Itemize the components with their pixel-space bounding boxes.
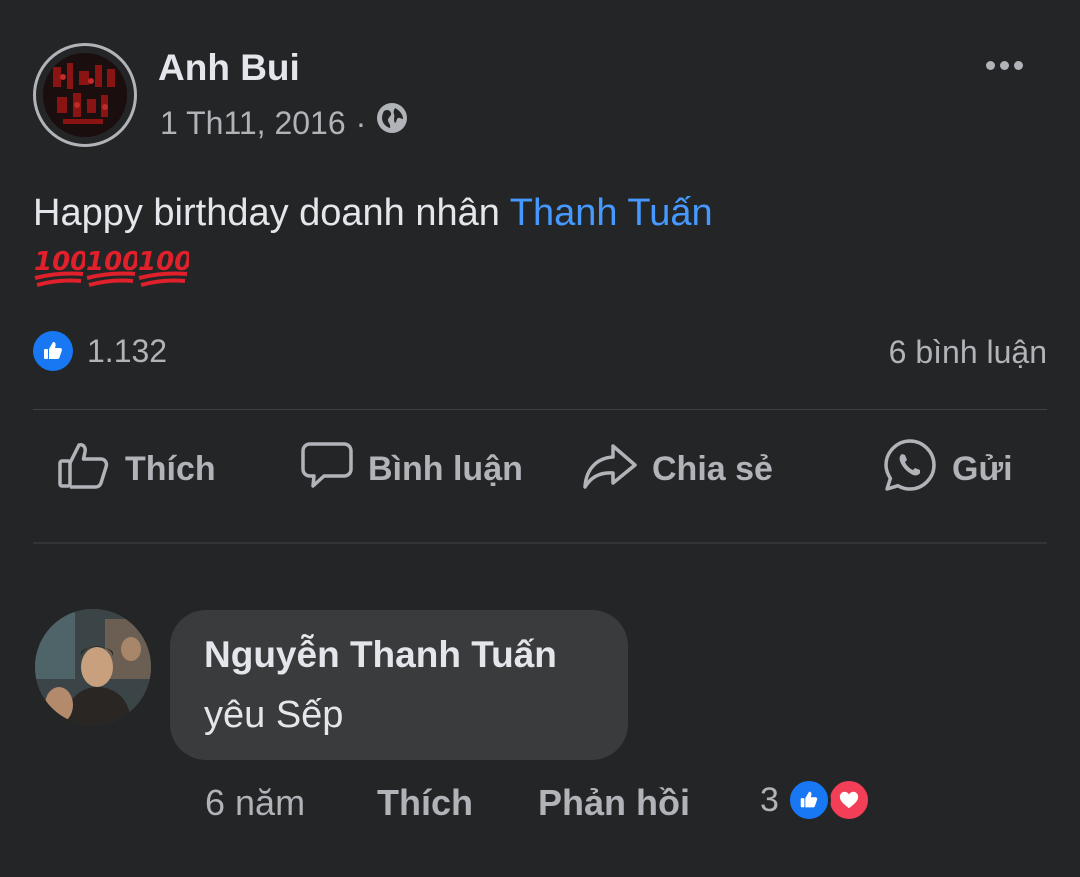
thumbs-up-icon bbox=[57, 438, 125, 501]
like-label: Thích bbox=[125, 449, 216, 488]
send-whatsapp-button[interactable]: Gửi bbox=[882, 438, 1013, 500]
meta-separator: · bbox=[355, 105, 367, 141]
post-author-name[interactable]: Anh Bui bbox=[158, 44, 300, 92]
avatar-image bbox=[43, 53, 127, 137]
commenter-avatar[interactable] bbox=[35, 609, 151, 725]
whatsapp-icon bbox=[882, 437, 952, 502]
share-label: Chia sẻ bbox=[652, 449, 773, 488]
comment-reactions[interactable]: 3 bbox=[760, 778, 871, 822]
post-date[interactable]: 1 Th11, 2016 bbox=[160, 102, 346, 144]
hundred-points-emoji: 100 bbox=[33, 244, 88, 290]
comment-label: Bình luận bbox=[368, 449, 523, 488]
hundred-emoji-row: 100 100 100 bbox=[33, 244, 192, 290]
like-button[interactable]: Thích bbox=[57, 438, 216, 500]
author-avatar[interactable] bbox=[33, 43, 137, 147]
like-reaction-icon bbox=[786, 778, 831, 822]
divider bbox=[33, 542, 1047, 544]
mention-link[interactable]: Thanh Tuấn bbox=[510, 192, 713, 234]
heart-reaction-icon bbox=[826, 778, 871, 822]
reaction-count: 1.132 bbox=[87, 332, 168, 369]
comment-bubble-icon bbox=[300, 438, 368, 501]
send-label: Gửi bbox=[952, 449, 1013, 488]
post-meta: 1 Th11, 2016 · bbox=[160, 102, 408, 144]
post-text-body: Happy birthday doanh nhân bbox=[33, 192, 510, 234]
share-arrow-icon bbox=[582, 438, 652, 501]
hundred-points-emoji: 100 bbox=[85, 244, 140, 290]
reaction-summary[interactable]: 1.132 bbox=[33, 331, 167, 371]
hundred-points-emoji: 100 bbox=[137, 244, 192, 290]
more-dot bbox=[1000, 60, 1009, 70]
comment-button[interactable]: Bình luận bbox=[300, 438, 523, 500]
comment-reply-button[interactable]: Phản hồi bbox=[538, 780, 690, 826]
commenter-name[interactable]: Nguyễn Thanh Tuấn bbox=[204, 630, 557, 680]
comment-like-button[interactable]: Thích bbox=[377, 780, 473, 826]
globe-icon bbox=[376, 102, 408, 144]
comment-age[interactable]: 6 năm bbox=[205, 780, 305, 826]
divider bbox=[33, 409, 1047, 410]
comment-reaction-count: 3 bbox=[760, 780, 779, 819]
like-reaction-icon bbox=[33, 331, 73, 371]
more-dot bbox=[1014, 60, 1023, 70]
more-dot bbox=[986, 60, 995, 70]
comment-text: yêu Sếp bbox=[204, 694, 344, 736]
more-options-button[interactable] bbox=[986, 50, 1036, 80]
post-text: Happy birthday doanh nhân Thanh Tuấn bbox=[33, 188, 713, 238]
share-button[interactable]: Chia sẻ bbox=[582, 438, 773, 500]
comment-count[interactable]: 6 bình luận bbox=[889, 331, 1047, 373]
